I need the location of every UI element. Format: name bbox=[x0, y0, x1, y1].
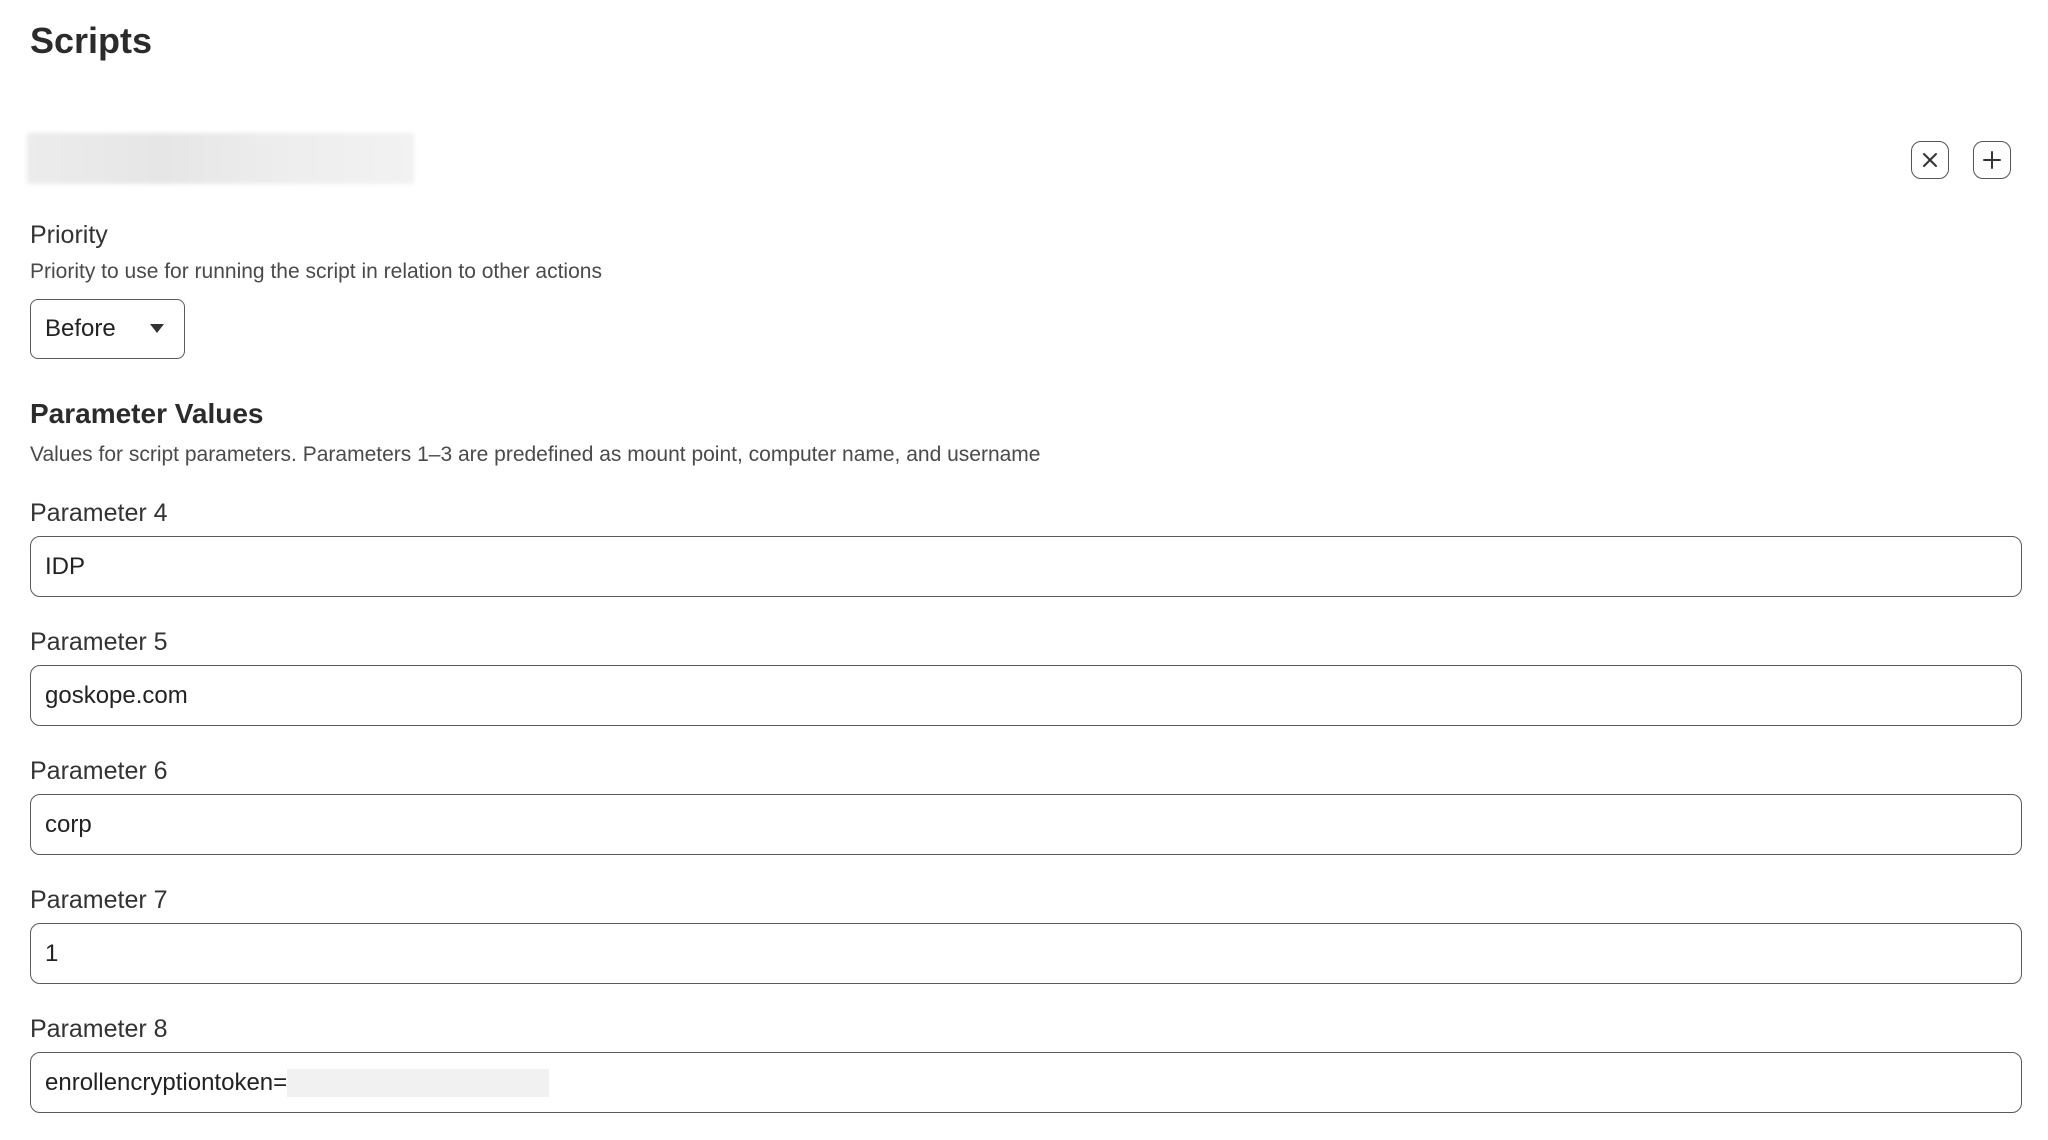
chevron-down-icon bbox=[150, 324, 164, 333]
parameter-4-label: Parameter 4 bbox=[30, 499, 168, 527]
page-title: Scripts bbox=[30, 20, 153, 61]
parameter-6-field[interactable] bbox=[30, 794, 2022, 855]
parameter-8-label: Parameter 8 bbox=[30, 1015, 168, 1043]
parameter-7-input[interactable] bbox=[45, 939, 2007, 968]
parameter-7-field[interactable] bbox=[30, 923, 2022, 984]
parameter-4-field[interactable] bbox=[30, 536, 2022, 597]
parameter-values-helper: Values for script parameters. Parameters… bbox=[30, 443, 1041, 466]
parameter-5-label: Parameter 5 bbox=[30, 628, 168, 656]
redacted-script-name bbox=[27, 133, 414, 184]
close-icon bbox=[1921, 151, 1939, 169]
plus-icon bbox=[1982, 150, 2002, 170]
parameter-8-field[interactable]: enrollencryptiontoken= bbox=[30, 1052, 2022, 1113]
parameter-6-input[interactable] bbox=[45, 810, 2007, 839]
parameter-5-input[interactable] bbox=[45, 681, 2007, 710]
parameter-4-input[interactable] bbox=[45, 552, 2007, 581]
priority-label: Priority bbox=[30, 221, 108, 249]
add-script-button[interactable] bbox=[1973, 141, 2011, 179]
parameter-values-title: Parameter Values bbox=[30, 398, 264, 429]
parameter-8-value[interactable]: enrollencryptiontoken= bbox=[45, 1069, 287, 1097]
parameter-5-field[interactable] bbox=[30, 665, 2022, 726]
priority-helper: Priority to use for running the script i… bbox=[30, 260, 602, 283]
priority-select[interactable]: Before bbox=[30, 299, 185, 359]
redacted-token bbox=[287, 1068, 550, 1097]
parameter-6-label: Parameter 6 bbox=[30, 757, 168, 785]
parameter-7-label: Parameter 7 bbox=[30, 886, 168, 914]
remove-script-button[interactable] bbox=[1911, 141, 1949, 179]
priority-selected-value: Before bbox=[45, 315, 116, 342]
